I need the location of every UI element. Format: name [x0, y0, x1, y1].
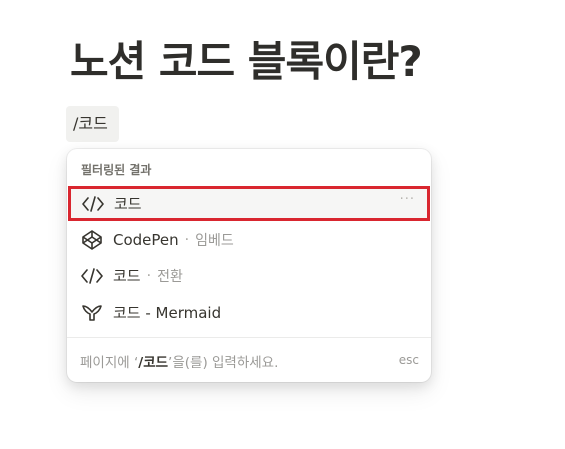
slash-command-input[interactable]: /코드 [66, 106, 119, 142]
menu-item-code-convert[interactable]: 코드 · 전환 [71, 259, 427, 292]
footer-hint-prefix: 페이지에 ‘ [80, 355, 139, 371]
menu-item-code-mermaid[interactable]: 코드 - Mermaid [71, 296, 427, 329]
menu-item-label: CodePen [113, 230, 179, 249]
menu-item-code[interactable]: 코드 ··· [68, 186, 430, 221]
code-brackets-icon [81, 265, 103, 287]
menu-item-label: 코드 - Mermaid [113, 304, 222, 322]
esc-hint[interactable]: esc [399, 353, 419, 367]
footer-hint-suffix: ’을(를) 입력하세요. [168, 355, 279, 371]
menu-item-label: 코드 [114, 195, 142, 213]
mermaid-icon [81, 302, 103, 324]
code-brackets-icon [82, 193, 104, 215]
codepen-icon [81, 229, 103, 251]
menu-item-sublabel: 임베드 [195, 232, 234, 249]
menu-divider [67, 337, 431, 338]
menu-item-codepen[interactable]: CodePen · 임베드 [71, 223, 427, 256]
menu-item-separator: · [184, 231, 190, 248]
slash-command-menu: 필터링된 결과 코드 ··· CodePen · 임베드 코드 · 전환 코드 … [67, 149, 431, 382]
more-options-icon[interactable]: ··· [400, 192, 415, 207]
footer-hint-command: /코드 [138, 355, 169, 371]
page-title[interactable]: 노션 코드 블록이란? [70, 30, 423, 94]
menu-item-separator: · [146, 267, 152, 284]
menu-header: 필터링된 결과 [81, 163, 152, 177]
menu-footer-hint: 페이지에 ‘/코드’을(를) 입력하세요. [80, 351, 278, 371]
menu-item-label: 코드 [113, 267, 141, 285]
notion-page: 노션 코드 블록이란? /코드 필터링된 결과 코드 ··· CodePen ·… [0, 0, 565, 449]
menu-item-sublabel: 전환 [157, 268, 183, 285]
